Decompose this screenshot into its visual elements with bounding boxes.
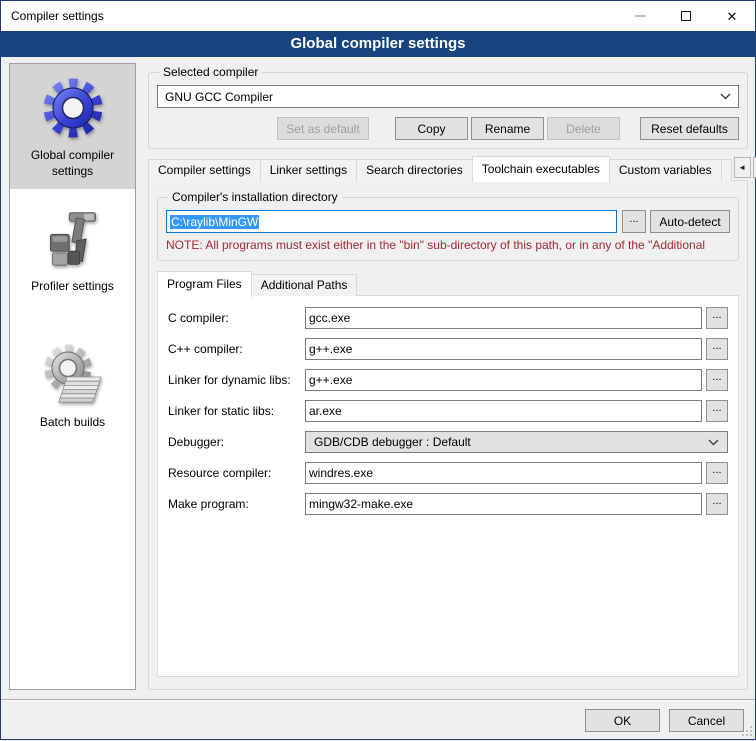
cpp-compiler-value: g++.exe — [309, 342, 352, 356]
dynamic-linker-row: Linker for dynamic libs: g++.exe ... — [168, 369, 728, 391]
compiler-buttons-row: Set as default Copy Rename Delete Reset … — [157, 117, 739, 140]
dynamic-linker-browse-button[interactable]: ... — [706, 369, 728, 391]
make-program-input[interactable]: mingw32-make.exe — [305, 493, 702, 515]
dialog-footer: OK Cancel — [1, 699, 755, 741]
installation-directory-row: C:\raylib\MinGW ... Auto-detect — [166, 210, 730, 233]
compiler-select[interactable]: GNU GCC Compiler — [157, 85, 739, 108]
close-button[interactable]: ✕ — [709, 1, 755, 31]
installation-directory-value: C:\raylib\MinGW — [170, 215, 259, 229]
tab-linker-settings[interactable]: Linker settings — [260, 159, 357, 181]
delete-button[interactable]: Delete — [547, 117, 620, 140]
settings-category-list: Global compiler settings Profiler settin… — [9, 63, 136, 690]
tab-scroll-arrows: ◄ ► — [732, 157, 756, 178]
cpp-compiler-label: C++ compiler: — [168, 342, 305, 356]
sidebar-item-batch-builds[interactable]: Batch builds — [10, 331, 135, 441]
minimize-icon — [635, 15, 646, 17]
cpp-compiler-row: C++ compiler: g++.exe ... — [168, 338, 728, 360]
tab-scroll-right-button[interactable]: ► — [753, 157, 756, 178]
make-program-value: mingw32-make.exe — [309, 497, 413, 511]
tab-custom-variables[interactable]: Custom variables — [609, 159, 722, 181]
sidebar-item-label: Profiler settings — [31, 279, 114, 295]
resource-compiler-value: windres.exe — [309, 466, 373, 480]
dynamic-linker-label: Linker for dynamic libs: — [168, 373, 305, 387]
static-linker-value: ar.exe — [309, 404, 342, 418]
blue-gear-icon — [41, 76, 105, 140]
program-files-page: C compiler: gcc.exe ... C++ compiler: g+… — [157, 295, 739, 677]
sidebar-item-label: Batch builds — [40, 415, 105, 431]
tab-toolchain-executables[interactable]: Toolchain executables — [472, 156, 610, 182]
resource-compiler-input[interactable]: windres.exe — [305, 462, 702, 484]
cancel-button[interactable]: Cancel — [669, 709, 744, 732]
sidebar-item-global-compiler-settings[interactable]: Global compiler settings — [10, 64, 135, 189]
c-compiler-browse-button[interactable]: ... — [706, 307, 728, 329]
window-title: Compiler settings — [11, 9, 104, 23]
debugger-select[interactable]: GDB/CDB debugger : Default — [305, 431, 728, 453]
set-as-default-button[interactable]: Set as default — [277, 117, 369, 140]
installation-directory-input[interactable]: C:\raylib\MinGW — [166, 210, 617, 233]
chevron-down-icon — [720, 93, 731, 100]
dynamic-linker-value: g++.exe — [309, 373, 352, 387]
resource-compiler-label: Resource compiler: — [168, 466, 305, 480]
main-panel: Selected compiler GNU GCC Compiler Set a… — [148, 63, 748, 690]
rename-button[interactable]: Rename — [471, 117, 544, 140]
window-controls: ✕ — [617, 1, 755, 31]
title-bar: Compiler settings ✕ — [1, 1, 755, 31]
reset-defaults-button[interactable]: Reset defaults — [640, 117, 739, 140]
copy-button[interactable]: Copy — [395, 117, 468, 140]
tab-search-directories[interactable]: Search directories — [356, 159, 473, 181]
chevron-down-icon — [708, 439, 719, 446]
resource-compiler-browse-button[interactable]: ... — [706, 462, 728, 484]
tab-build-options[interactable]: Build options — [721, 159, 732, 181]
c-compiler-value: gcc.exe — [309, 311, 350, 325]
make-program-browse-button[interactable]: ... — [706, 493, 728, 515]
settings-tabstrip: Compiler settings Linker settings Search… — [148, 156, 748, 181]
c-compiler-row: C compiler: gcc.exe ... — [168, 307, 728, 329]
toolchain-executables-page: Compiler's installation directory C:\ray… — [148, 180, 748, 690]
dynamic-linker-input[interactable]: g++.exe — [305, 369, 702, 391]
tab-compiler-settings[interactable]: Compiler settings — [148, 159, 261, 181]
debugger-label: Debugger: — [168, 435, 305, 449]
dialog-content: Global compiler settings Profiler settin… — [1, 57, 755, 699]
cpp-compiler-input[interactable]: g++.exe — [305, 338, 702, 360]
auto-detect-button[interactable]: Auto-detect — [650, 210, 730, 233]
compiler-select-value: GNU GCC Compiler — [165, 90, 273, 104]
tab-additional-paths[interactable]: Additional Paths — [251, 274, 358, 296]
sidebar-item-label: Global compiler settings — [12, 148, 133, 179]
sidebar-item-profiler-settings[interactable]: Profiler settings — [10, 195, 135, 305]
make-program-row: Make program: mingw32-make.exe ... — [168, 493, 728, 515]
selected-compiler-group-label: Selected compiler — [159, 65, 262, 79]
static-linker-browse-button[interactable]: ... — [706, 400, 728, 422]
ok-button[interactable]: OK — [585, 709, 660, 732]
tab-scroll-left-button[interactable]: ◄ — [734, 157, 751, 178]
installation-directory-browse-button[interactable]: ... — [622, 210, 646, 233]
installation-directory-group-label: Compiler's installation directory — [168, 190, 342, 204]
static-linker-label: Linker for static libs: — [168, 404, 305, 418]
resource-compiler-row: Resource compiler: windres.exe ... — [168, 462, 728, 484]
debugger-value: GDB/CDB debugger : Default — [314, 435, 471, 449]
selected-compiler-group: Selected compiler GNU GCC Compiler Set a… — [148, 65, 748, 149]
compiler-settings-window: { "window": { "title": "Compiler setting… — [0, 0, 756, 740]
debugger-row: Debugger: GDB/CDB debugger : Default — [168, 431, 728, 453]
installation-directory-group: Compiler's installation directory C:\ray… — [157, 190, 739, 261]
maximize-button[interactable] — [663, 1, 709, 31]
c-compiler-label: C compiler: — [168, 311, 305, 325]
minimize-button[interactable] — [617, 1, 663, 31]
static-linker-input[interactable]: ar.exe — [305, 400, 702, 422]
resize-grip[interactable] — [741, 725, 753, 737]
installation-directory-note: NOTE: All programs must exist either in … — [166, 238, 730, 252]
static-linker-row: Linker for static libs: ar.exe ... — [168, 400, 728, 422]
cpp-compiler-browse-button[interactable]: ... — [706, 338, 728, 360]
arrow-left-icon: ◄ — [738, 163, 746, 172]
page-title: Global compiler settings — [1, 31, 755, 57]
maximize-icon — [681, 11, 691, 21]
batch-builds-gear-icon — [41, 343, 105, 407]
close-icon: ✕ — [727, 10, 738, 23]
program-files-tabstrip: Program Files Additional Paths — [157, 271, 739, 296]
profiler-caliper-icon — [43, 207, 103, 271]
tab-program-files[interactable]: Program Files — [157, 271, 252, 297]
c-compiler-input[interactable]: gcc.exe — [305, 307, 702, 329]
make-program-label: Make program: — [168, 497, 305, 511]
